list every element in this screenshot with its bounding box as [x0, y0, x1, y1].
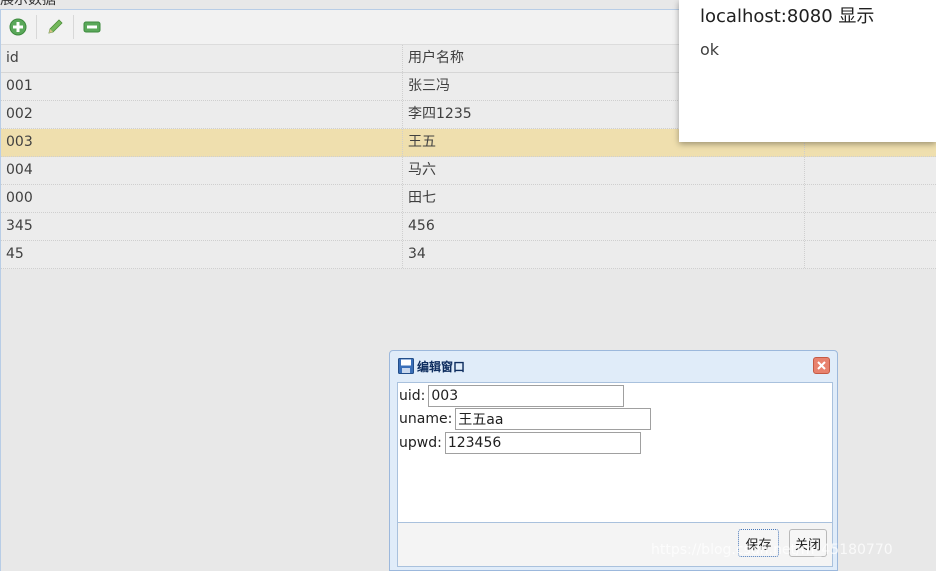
close-icon [817, 361, 826, 370]
toolbar-separator [36, 15, 37, 39]
plus-circle-icon [9, 18, 27, 36]
form-row-uname: uname: [398, 408, 832, 432]
uname-input[interactable] [455, 408, 652, 431]
pencil-icon [48, 19, 63, 34]
uid-label: uid: [399, 387, 426, 404]
dialog-header[interactable]: 编辑窗口 [390, 351, 837, 381]
cell-username: 田七 [403, 185, 805, 212]
cell-username: 34 [403, 241, 805, 268]
minus-icon [83, 21, 101, 33]
cell-id: 003 [1, 129, 403, 156]
cell-username: 456 [403, 213, 805, 240]
uname-label: uname: [399, 411, 453, 428]
uid-input[interactable] [428, 384, 625, 407]
cell-id: 000 [1, 185, 403, 212]
upwd-label: upwd: [399, 434, 442, 451]
alert-title: localhost:8080 显示 [700, 6, 875, 27]
toolbar-separator [73, 15, 74, 39]
column-header-id[interactable]: id [1, 45, 403, 72]
cell-id: 45 [1, 241, 403, 268]
cell-id: 345 [1, 213, 403, 240]
cell-extra [805, 185, 936, 212]
cell-id: 001 [1, 73, 403, 100]
save-disk-icon [398, 358, 414, 374]
alert-message: ok [700, 40, 720, 59]
table-row[interactable]: 000 田七 [1, 185, 936, 213]
cell-extra [805, 241, 936, 268]
table-row[interactable]: 345 456 [1, 213, 936, 241]
table-row[interactable]: 004 马六 [1, 157, 936, 185]
form-row-uid: uid: [398, 384, 832, 408]
form-row-upwd: upwd: [398, 431, 832, 455]
dialog-body: uid: uname: upwd: [397, 382, 833, 523]
upwd-input[interactable] [444, 431, 641, 454]
edit-dialog: 编辑窗口 uid: uname: upwd: 保存 关闭 [389, 350, 838, 571]
browser-alert-dialog: localhost:8080 显示 ok [679, 0, 936, 142]
table-row[interactable]: 45 34 [1, 241, 936, 269]
add-button[interactable] [1, 10, 35, 44]
cell-id: 002 [1, 101, 403, 128]
dialog-close-button[interactable] [813, 357, 830, 374]
remove-button[interactable] [75, 10, 109, 44]
cell-extra [805, 213, 936, 240]
cell-username: 马六 [403, 157, 805, 184]
cell-id: 004 [1, 157, 403, 184]
dialog-title: 编辑窗口 [417, 359, 466, 374]
edit-button[interactable] [38, 10, 72, 44]
cell-extra [805, 157, 936, 184]
watermark: https://blog.csdn.net/m_45180770 [651, 542, 893, 558]
